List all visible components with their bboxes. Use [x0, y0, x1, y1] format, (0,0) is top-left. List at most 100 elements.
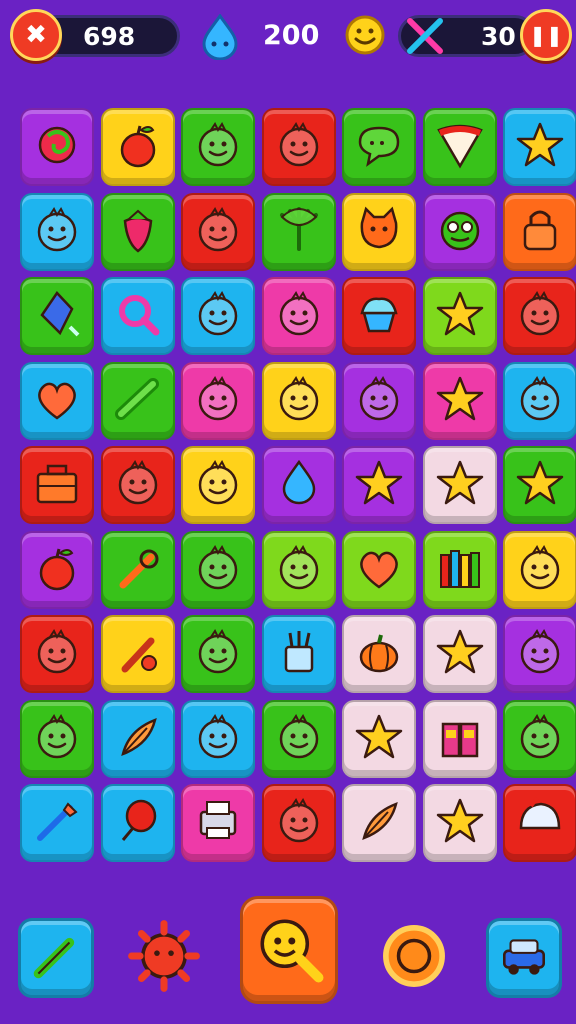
smiley-icon: [272, 372, 326, 430]
cupcake-icon: [352, 287, 406, 345]
board-tile[interactable]: [503, 530, 576, 609]
board-tile[interactable]: [20, 277, 94, 355]
board-tile[interactable]: [503, 615, 576, 693]
smiley-icon: [191, 287, 245, 345]
board-tile[interactable]: [503, 699, 576, 778]
chat-bubble-icon: [352, 118, 406, 176]
board-tile[interactable]: [342, 615, 416, 693]
board-tile[interactable]: [100, 446, 175, 524]
strawberry-icon: [111, 203, 165, 261]
smiley-icon: [513, 710, 567, 768]
board-tile[interactable]: [503, 277, 576, 355]
frog-face-icon: [433, 203, 487, 261]
sun-powerup-button[interactable]: [124, 918, 204, 998]
board-tile[interactable]: [261, 361, 336, 440]
board-tile[interactable]: [503, 446, 576, 524]
board-tile[interactable]: [503, 108, 576, 186]
board-tile[interactable]: [100, 615, 175, 693]
board-tile[interactable]: [261, 108, 336, 186]
smiley-icon: [352, 372, 406, 430]
board-tile[interactable]: [100, 192, 175, 271]
smiley-icon: [272, 710, 326, 768]
board-tile[interactable]: [20, 446, 94, 524]
board-tile[interactable]: [181, 699, 255, 778]
star-icon: [352, 710, 406, 768]
board-tile[interactable]: [181, 192, 255, 271]
board-tile[interactable]: [422, 108, 497, 186]
board-tile[interactable]: [342, 784, 416, 862]
board-tile[interactable]: [100, 277, 175, 355]
board-tile[interactable]: [422, 784, 497, 862]
board-tile[interactable]: [100, 699, 175, 778]
board-tile[interactable]: [422, 699, 497, 778]
coin-powerup-button[interactable]: [374, 918, 454, 998]
board-tile[interactable]: [422, 530, 497, 609]
board-tile[interactable]: [100, 108, 175, 186]
board-tile[interactable]: [422, 615, 497, 693]
crystal-icon: [30, 287, 84, 345]
star-icon: [433, 794, 487, 852]
pumpkin-icon: [352, 625, 406, 683]
heart-icon: [352, 541, 406, 599]
board-tile[interactable]: [503, 192, 576, 271]
magnifier-icon: [111, 287, 165, 345]
swirl-icon: [30, 118, 84, 176]
pizza-slice-icon: [433, 118, 487, 176]
feather-icon: [352, 794, 406, 852]
star-icon: [433, 287, 487, 345]
car-powerup-button[interactable]: [486, 918, 562, 998]
board-tile[interactable]: [181, 530, 255, 609]
board-tile[interactable]: [261, 530, 336, 609]
board-tile[interactable]: [422, 192, 497, 271]
board-tile[interactable]: [342, 699, 416, 778]
board-tile[interactable]: [342, 277, 416, 355]
board-tile[interactable]: [261, 615, 336, 693]
books-icon: [433, 541, 487, 599]
smiley-icon: [30, 203, 84, 261]
board-tile[interactable]: [342, 446, 416, 524]
board-tile[interactable]: [20, 784, 94, 862]
smiley-icon: [272, 541, 326, 599]
board-tile[interactable]: [181, 108, 255, 186]
board-tile[interactable]: [261, 784, 336, 862]
board-tile[interactable]: [20, 192, 94, 271]
board-tile[interactable]: [181, 277, 255, 355]
board-tile[interactable]: [503, 361, 576, 440]
car-icon: [496, 928, 552, 988]
board-tile[interactable]: [261, 192, 336, 271]
board-tile[interactable]: [342, 361, 416, 440]
board-tile[interactable]: [181, 615, 255, 693]
board-tile[interactable]: [181, 784, 255, 862]
board-tile[interactable]: [342, 192, 416, 271]
board-tile[interactable]: [20, 615, 94, 693]
board-tile[interactable]: [20, 699, 94, 778]
board-tile[interactable]: [100, 361, 175, 440]
board-tile[interactable]: [261, 446, 336, 524]
board-tile[interactable]: [342, 108, 416, 186]
smiley-icon: [191, 710, 245, 768]
board-tile[interactable]: [100, 784, 175, 862]
cat-face-icon: [352, 203, 406, 261]
board-tile[interactable]: [422, 277, 497, 355]
board-tile[interactable]: [100, 530, 175, 609]
smiley-icon: [513, 372, 567, 430]
star-icon: [352, 456, 406, 514]
board-tile[interactable]: [20, 530, 94, 609]
board-tile[interactable]: [181, 446, 255, 524]
gift-box-icon: [433, 710, 487, 768]
smiley-icon: [111, 456, 165, 514]
board-tile[interactable]: [181, 361, 255, 440]
hammer-icon: [111, 625, 165, 683]
pencil-cup-icon: [272, 625, 326, 683]
board-tile[interactable]: [261, 699, 336, 778]
smiley-icon: [272, 794, 326, 852]
pencil-powerup-button[interactable]: [18, 918, 94, 998]
board-tile[interactable]: [20, 361, 94, 440]
board-tile[interactable]: [422, 361, 497, 440]
hint-powerup-button[interactable]: [240, 896, 338, 1004]
board-tile[interactable]: [422, 446, 497, 524]
board-tile[interactable]: [342, 530, 416, 609]
board-tile[interactable]: [261, 277, 336, 355]
board-tile[interactable]: [503, 784, 576, 862]
board-tile[interactable]: [20, 108, 94, 186]
